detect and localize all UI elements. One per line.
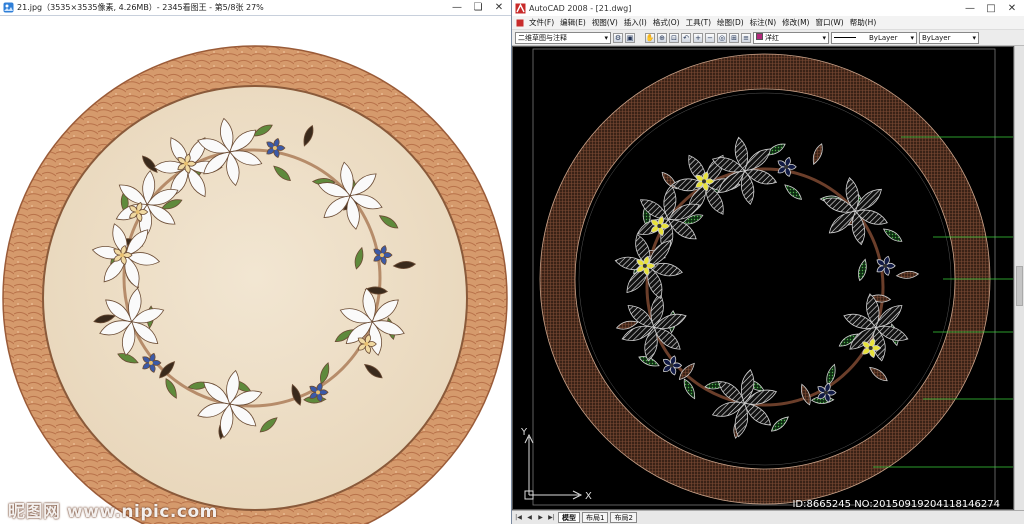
cad-titlebar[interactable]: AutoCAD 2008 - [21.dwg] — □ ✕ [512,0,1024,16]
lineweight-value: ByLayer [922,33,951,42]
cad-app-icon [515,2,526,13]
marble-medallion-image [0,16,511,524]
tab-prev-icon[interactable]: ◀ [525,513,534,523]
menu-view[interactable]: 视图(V) [591,17,619,28]
image-viewer-window: 21.jpg（3535×3535像素, 4.26MB）- 2345看图王 - 第… [0,0,512,524]
pan-icon[interactable]: ✋ [645,32,655,43]
layer-select[interactable]: 洋红 ▾ [753,31,829,44]
scroll-thumb[interactable] [1016,266,1023,306]
drawing-doc-icon[interactable] [516,19,524,27]
tab-layout1[interactable]: 布局1 [582,512,609,523]
ucs-x-label: X [585,491,592,502]
cad-minimize-button[interactable]: — [961,1,979,15]
cad-title: AutoCAD 2008 - [21.dwg] [529,3,632,13]
autocad-window: AutoCAD 2008 - [21.dwg] — □ ✕ 文件(F) 编辑(E… [512,0,1024,524]
zoom-in-icon[interactable]: + [693,32,703,43]
chevron-down-icon: ▾ [604,33,608,42]
workspace-value: 二维草图与注释 [518,33,567,42]
tab-last-icon[interactable]: ▶| [547,513,556,523]
chevron-down-icon: ▾ [972,33,976,42]
workspace-select[interactable]: 二维草图与注释 ▾ [515,31,611,44]
menu-file[interactable]: 文件(F) [528,17,555,28]
zoom-previous-icon[interactable]: ↶ [681,32,691,43]
cad-close-button[interactable]: ✕ [1003,1,1021,15]
linetype-preview [834,37,856,38]
zoom-out-icon[interactable]: − [705,32,715,43]
chevron-down-icon: ▾ [822,33,826,42]
vertical-scrollbar[interactable] [1014,46,1024,510]
linetype-value: ByLayer [869,33,898,42]
menu-modify[interactable]: 修改(M) [781,17,810,28]
watermark-id: ID:8665245 NO:20150919204118146274 [792,499,1000,510]
zoom-all-icon[interactable]: ◎ [717,32,727,43]
tab-model[interactable]: 模型 [558,512,580,523]
cad-drawing: Y X [513,47,1013,509]
menu-help[interactable]: 帮助(H) [849,17,878,28]
zoom-extents-icon[interactable]: ⊞ [729,32,739,43]
lineweight-select[interactable]: ByLayer ▾ [919,31,979,44]
menu-dimension[interactable]: 标注(N) [749,17,777,28]
tab-next-icon[interactable]: ▶ [536,513,545,523]
viewer-minimize-button[interactable]: — [448,1,466,15]
menu-tools[interactable]: 工具(T) [685,17,712,28]
layer-color-swatch [756,32,763,40]
layer-value-wrap: 洋红 [756,32,779,43]
drawing-canvas[interactable]: Y X [512,46,1014,510]
watermark-nipic: 昵图网 www.nipic.com [8,502,218,522]
chevron-down-icon: ▾ [910,33,914,42]
cad-maximize-button[interactable]: □ [982,1,1000,15]
layout-tabs: |◀ ◀ ▶ ▶| 模型 布局1 布局2 [512,510,1024,524]
workspace-settings-icon[interactable]: ⚙ [613,32,623,43]
menu-window[interactable]: 窗口(W) [814,17,844,28]
ucs-y-label: Y [520,427,528,438]
layer-value: 洋红 [765,33,779,42]
viewer-app-icon [3,2,14,13]
viewer-titlebar[interactable]: 21.jpg（3535×3535像素, 4.26MB）- 2345看图王 - 第… [0,0,511,16]
zoom-window-icon[interactable]: ⊡ [669,32,679,43]
menu-draw[interactable]: 绘图(D) [716,17,745,28]
zoom-realtime-icon[interactable]: ⊕ [657,32,667,43]
properties-icon[interactable]: ≡ [741,32,751,43]
linetype-select[interactable]: ByLayer ▾ [831,31,917,44]
cad-menubar: 文件(F) 编辑(E) 视图(V) 插入(I) 格式(O) 工具(T) 绘图(D… [512,16,1024,30]
tab-layout2[interactable]: 布局2 [610,512,637,523]
menu-edit[interactable]: 编辑(E) [559,17,587,28]
viewer-title: 21.jpg（3535×3535像素, 4.26MB）- 2345看图王 - 第… [17,3,264,12]
tab-first-icon[interactable]: |◀ [514,513,523,523]
workspace-save-icon[interactable]: ▣ [625,32,635,43]
cad-toolbar: 二维草图与注释 ▾ ⚙ ▣ ✋ ⊕ ⊡ ↶ + − ◎ ⊞ ≡ 洋红 ▾ ByLay… [512,30,1024,46]
viewer-restore-button[interactable]: ❏ [469,1,487,15]
menu-insert[interactable]: 插入(I) [623,17,648,28]
viewer-close-button[interactable]: ✕ [490,1,508,15]
menu-format[interactable]: 格式(O) [652,17,681,28]
